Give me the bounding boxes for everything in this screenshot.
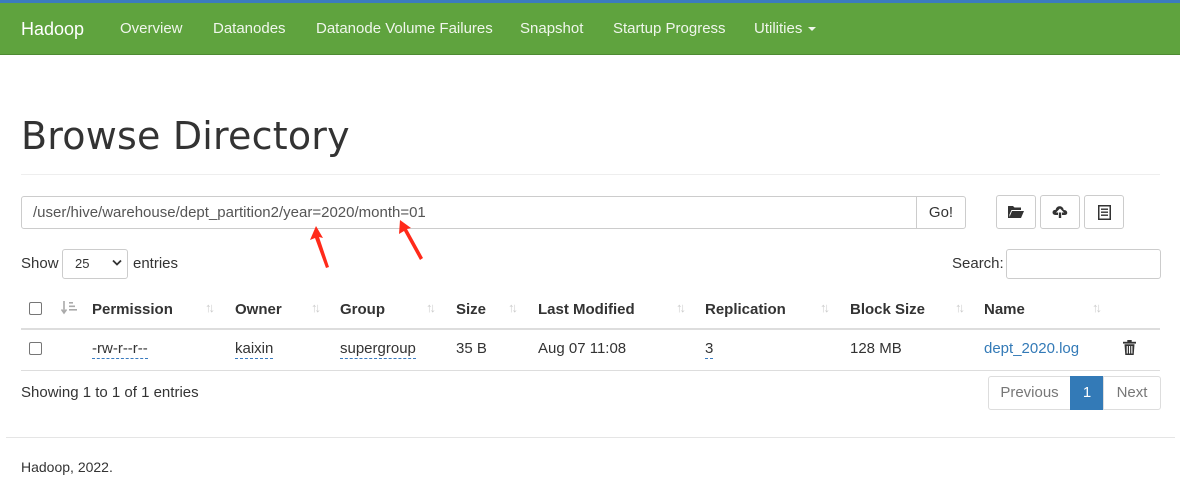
permission-cell[interactable]: -rw-r--r--: [92, 340, 148, 359]
create-directory-button[interactable]: [996, 195, 1036, 229]
column-header-last-modified[interactable]: Last Modified: [538, 301, 635, 318]
page-1-button[interactable]: 1: [1070, 376, 1104, 410]
footer-divider: [6, 437, 1175, 438]
sort-icon[interactable]: ↑↓: [311, 300, 321, 315]
cut-paste-button[interactable]: [1084, 195, 1124, 229]
sort-icon[interactable]: ↑↓: [955, 300, 965, 315]
table-row-divider: [21, 370, 1160, 371]
navbar: Hadoop Overview Datanodes Datanode Volum…: [0, 0, 1180, 55]
table-header-divider: [21, 328, 1160, 330]
search-input[interactable]: [1006, 249, 1161, 279]
column-header-group[interactable]: Group: [340, 301, 385, 318]
next-page-button[interactable]: Next: [1103, 376, 1161, 410]
go-button[interactable]: Go!: [916, 196, 966, 229]
nav-snapshot[interactable]: Snapshot: [520, 20, 583, 37]
show-label: Show: [21, 255, 59, 272]
last-modified-cell: Aug 07 11:08: [538, 340, 627, 357]
block-size-cell: 128 MB: [850, 340, 902, 357]
owner-cell[interactable]: kaixin: [235, 340, 274, 359]
column-header-permission[interactable]: Permission: [92, 301, 173, 318]
replication-cell[interactable]: 3: [705, 340, 714, 359]
cloud-upload-icon: [1052, 206, 1068, 218]
size-cell: 35 B: [456, 340, 487, 357]
annotation-arrow-year: [310, 226, 329, 268]
title-divider: [21, 174, 1160, 175]
file-name-link[interactable]: dept_2020.log: [984, 340, 1079, 357]
column-header-block-size[interactable]: Block Size: [850, 301, 925, 318]
row-select-checkbox[interactable]: [29, 342, 42, 355]
footer-text: Hadoop, 2022.: [21, 459, 113, 475]
annotation-arrow-month: [399, 220, 423, 260]
nav-startup-progress[interactable]: Startup Progress: [613, 20, 726, 37]
entries-label: entries: [133, 255, 179, 272]
group-cell[interactable]: supergroup: [340, 340, 416, 359]
table-info: Showing 1 to 1 of 1 entries: [21, 384, 199, 401]
upload-button[interactable]: [1040, 195, 1080, 229]
search-label: Search:: [952, 255, 1004, 272]
nav-datanode-volume-failures[interactable]: Datanode Volume Failures: [316, 20, 493, 37]
sort-attribute-icon[interactable]: [61, 301, 79, 315]
entries-select-value: 25: [75, 256, 90, 271]
trash-icon[interactable]: [1123, 340, 1136, 355]
sort-icon[interactable]: ↑↓: [676, 300, 686, 315]
select-all-checkbox[interactable]: [29, 302, 42, 315]
sort-icon[interactable]: ↑↓: [426, 300, 436, 315]
column-header-size[interactable]: Size: [456, 301, 486, 318]
brand-logo[interactable]: Hadoop: [21, 19, 84, 40]
folder-open-icon: [1008, 206, 1024, 218]
page-title: Browse Directory: [21, 114, 350, 158]
nav-utilities-dropdown[interactable]: Utilities: [754, 20, 817, 37]
column-header-replication[interactable]: Replication: [705, 301, 786, 318]
nav-datanodes[interactable]: Datanodes: [213, 20, 286, 37]
sort-icon[interactable]: ↑↓: [820, 300, 830, 315]
column-header-name[interactable]: Name: [984, 301, 1025, 318]
previous-page-button[interactable]: Previous: [988, 376, 1071, 410]
column-header-owner[interactable]: Owner: [235, 301, 282, 318]
chevron-down-icon: [112, 259, 122, 266]
directory-path-input[interactable]: /user/hive/warehouse/dept_partition2/yea…: [21, 196, 917, 229]
list-icon: [1097, 204, 1111, 220]
sort-icon[interactable]: ↑↓: [205, 300, 215, 315]
nav-overview[interactable]: Overview: [120, 20, 183, 37]
sort-icon[interactable]: ↑↓: [1092, 300, 1102, 315]
sort-icon[interactable]: ↑↓: [508, 300, 518, 315]
entries-per-page-select[interactable]: 25: [62, 249, 128, 279]
caret-down-icon: [808, 27, 817, 32]
nav-utilities-label: Utilities: [754, 20, 803, 37]
